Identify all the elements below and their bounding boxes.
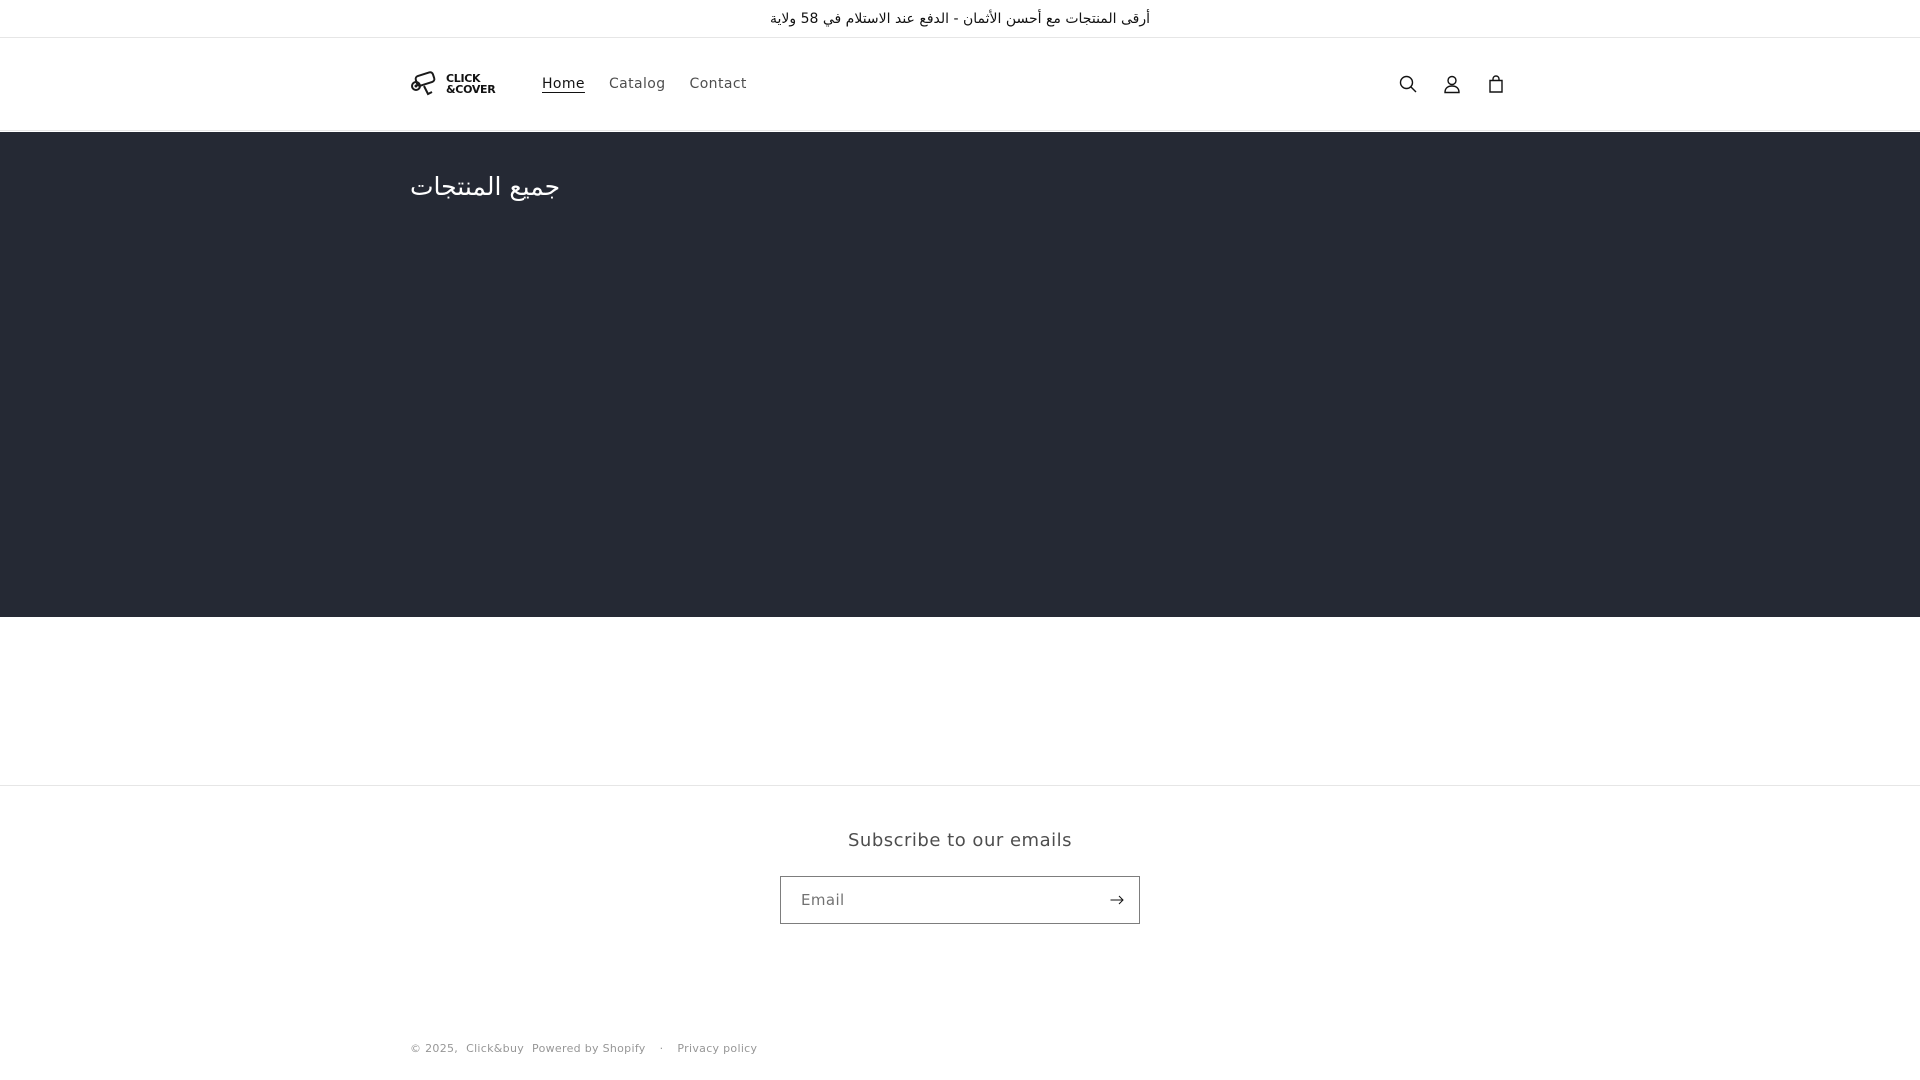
announcement-bar: أرقى المنتجات مع أحسن الأثمان - الدفع عن… [0,0,1920,38]
footer-divider [0,785,1920,786]
arrow-right-icon [1110,895,1124,905]
logo-line2: &COVER [446,83,496,96]
nav-contact[interactable]: Contact [678,64,759,104]
footer-separator: · [659,1042,664,1055]
camera-logo-icon [411,71,436,96]
account-icon[interactable] [1430,62,1474,106]
search-icon[interactable] [1386,62,1430,106]
newsletter-section: Subscribe to our emails [0,830,1920,924]
footer-bottom: © 2025, Click&buy Powered by Shopify · P… [410,1042,757,1055]
powered-by-link[interactable]: Powered by Shopify [532,1042,646,1055]
main-nav: Home Catalog Contact [530,64,759,104]
cart-icon[interactable] [1474,62,1518,106]
store-logo[interactable]: CLICK &COVER [410,59,500,109]
logo-text: CLICK &COVER [446,73,496,96]
email-input[interactable] [781,877,1095,923]
collection-title: جميع المنتجات [410,172,561,201]
newsletter-heading: Subscribe to our emails [847,830,1072,851]
email-form [780,876,1140,924]
copyright-text: © 2025, [410,1042,459,1055]
announcement-text: أرقى المنتجات مع أحسن الأثمان - الدفع عن… [769,10,1151,27]
site-header: CLICK &COVER Home Catalog Contact [0,38,1920,131]
store-name-link[interactable]: Click&buy [466,1042,524,1055]
header-icons [1386,62,1518,106]
privacy-policy-link[interactable]: Privacy policy [677,1042,757,1055]
collection-banner: جميع المنتجات [0,132,1920,617]
subscribe-button[interactable] [1095,878,1139,922]
nav-home[interactable]: Home [530,64,597,104]
nav-catalog[interactable]: Catalog [597,64,678,104]
